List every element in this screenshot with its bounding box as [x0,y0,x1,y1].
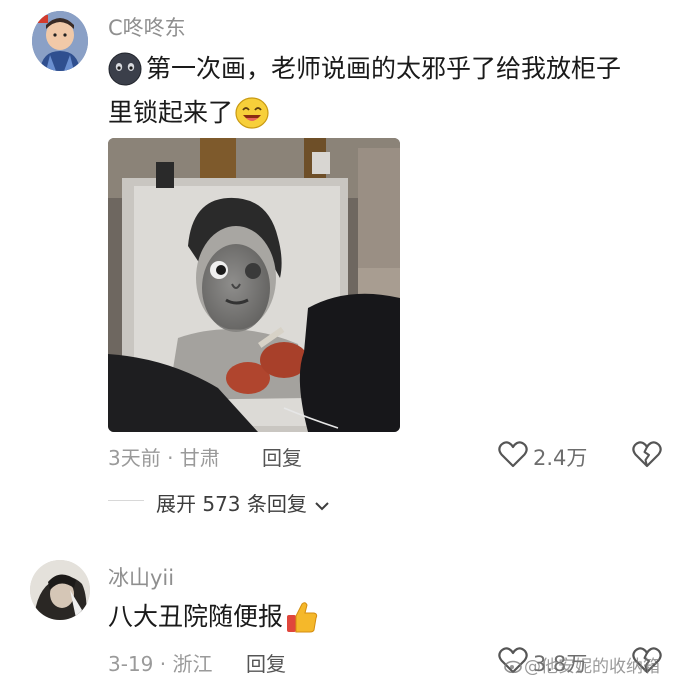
chevron-down-icon [315,501,329,511]
comment-photo[interactable] [108,138,400,432]
comment-text: 第一次画，老师说画的太邪乎了给我放柜子 [108,48,621,89]
comment-username[interactable]: C咚咚东 [108,12,186,42]
thumbs-up-emoji-icon [285,600,319,634]
comment-text-body: 八大丑院随便报 [108,602,284,631]
expand-replies-button[interactable]: 展开 573 条回复 [156,488,329,517]
comment-text: 八大丑院随便报 [108,596,319,637]
reply-button[interactable]: 回复 [246,648,286,677]
comment-text-line1: 第一次画，老师说画的太邪乎了给我放柜子 [146,54,622,83]
weibo-icon [504,657,524,673]
like-count: 2.4万 [533,446,588,470]
avatar[interactable] [32,11,88,71]
comment-time-location: 3天前 · 甘肃 [108,446,220,470]
expand-replies-label: 展开 573 条回复 [156,492,307,516]
avatar[interactable] [30,560,90,620]
divider-line [108,500,144,501]
comment-text-line2-row: 里锁起来了 [108,92,269,133]
reply-button[interactable]: 回复 [262,442,302,471]
smiling-face-emoji-icon [235,97,269,129]
broken-heart-icon[interactable] [632,440,662,468]
dark-face-emoji-icon [108,52,142,86]
watermark: @他安妮的收纳箱 [504,652,660,677]
comment-text-line2: 里锁起来了 [108,98,234,127]
comment-username[interactable]: 冰山yii [108,562,174,592]
watermark-text: @他安妮的收纳箱 [524,657,660,677]
heart-outline-icon[interactable] [498,440,528,468]
comment-time-location: 3-19 · 浙江 [108,652,213,676]
